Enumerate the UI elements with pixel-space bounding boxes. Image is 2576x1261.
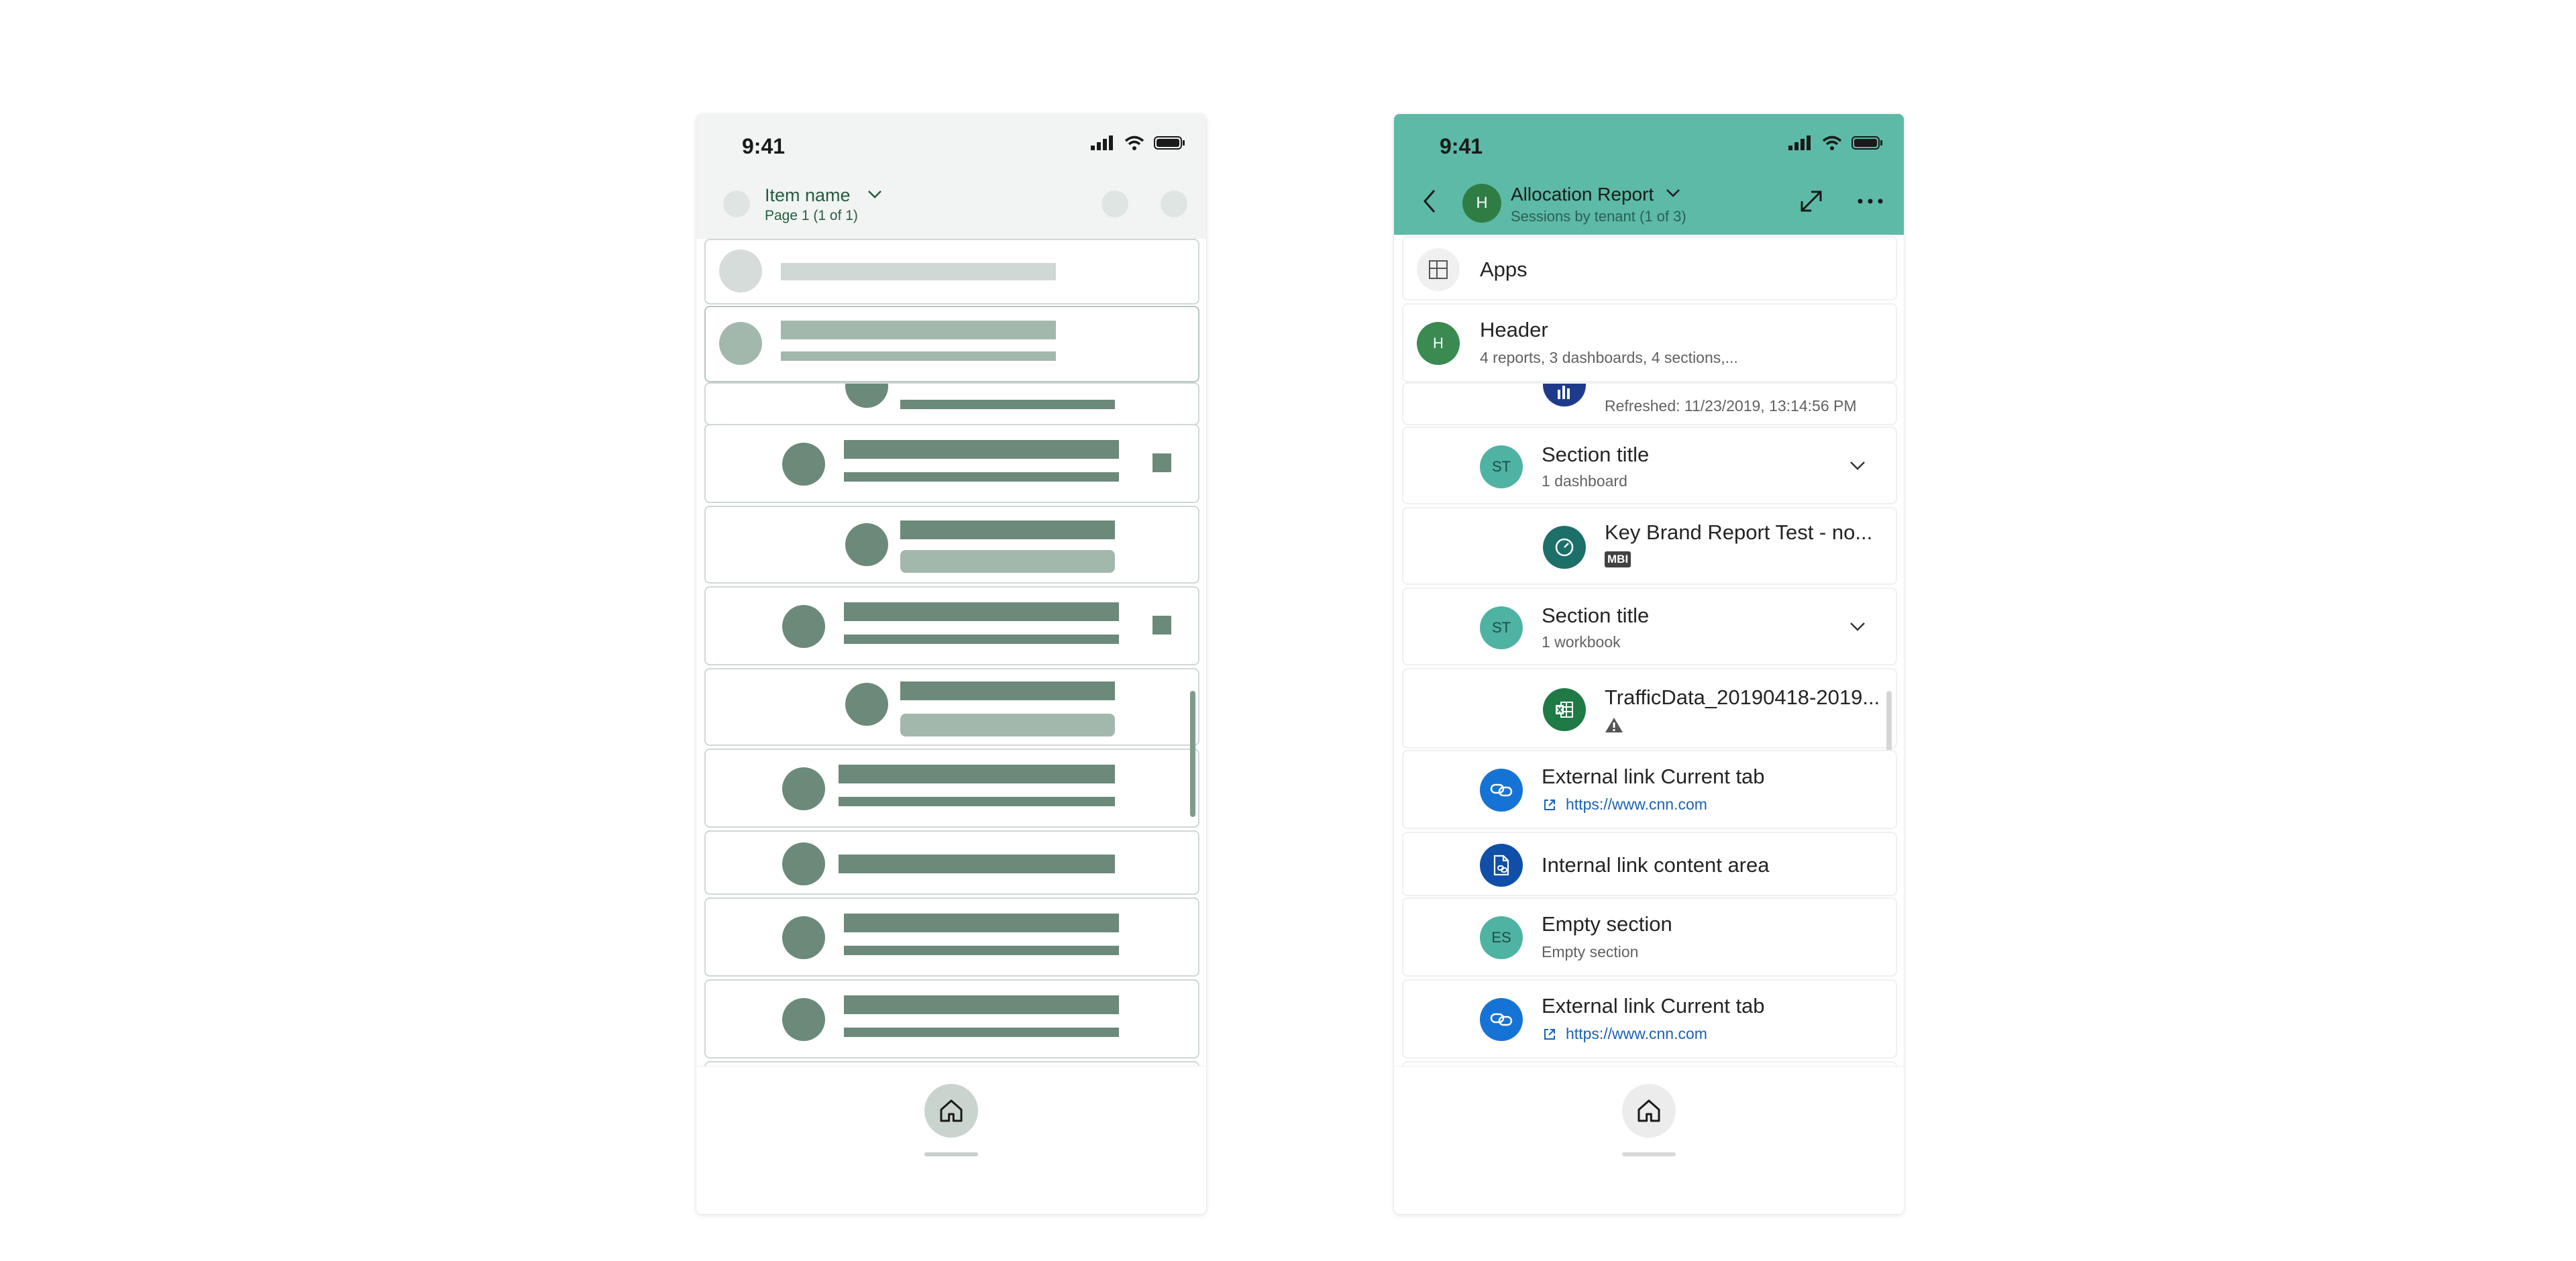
section-title: Section title <box>1542 443 1650 466</box>
home-button[interactable] <box>1622 1084 1676 1138</box>
header-subtitle: 4 reports, 3 dashboards, 4 sections,... <box>1480 349 1738 366</box>
skeleton-row <box>704 306 1199 382</box>
skeleton-row <box>704 668 1199 746</box>
section-subtitle: 1 workbook <box>1542 633 1621 651</box>
skeleton-row <box>704 979 1199 1058</box>
action-placeholder <box>1161 190 1187 217</box>
report-subtitle: Sessions by tenant (1 of 3) <box>1511 208 1686 225</box>
back-icon[interactable] <box>1421 188 1437 215</box>
chevron-down-icon[interactable] <box>867 189 883 200</box>
apps-label: Apps <box>1480 258 1527 281</box>
workbook-title: TrafficData_20190418-2019... <box>1605 686 1880 709</box>
scrollbar[interactable] <box>1190 691 1195 817</box>
section-title: Section title <box>1542 604 1650 627</box>
internal-link-icon <box>1480 844 1523 887</box>
chevron-down-icon[interactable] <box>1849 621 1866 633</box>
status-time: 9:41 <box>742 134 786 158</box>
section-row[interactable]: ST Section title 1 workbook <box>1402 588 1897 665</box>
skeleton-row <box>704 424 1199 503</box>
excel-icon <box>1543 688 1586 731</box>
open-external-icon <box>1544 800 1555 810</box>
bottom-nav <box>696 1066 1206 1174</box>
section-row[interactable]: ST Section title 1 dashboard <box>1402 427 1897 504</box>
section-subtitle: 1 dashboard <box>1542 472 1627 490</box>
dashboard-title: Key Brand Report Test - no... <box>1605 520 1873 544</box>
signal-icon <box>1788 135 1811 150</box>
dashboard-icon <box>1543 526 1586 569</box>
battery-icon <box>1154 136 1185 150</box>
home-button[interactable] <box>924 1084 978 1138</box>
report-title[interactable]: Allocation Report <box>1511 184 1654 205</box>
warning-icon <box>1605 718 1623 732</box>
chevron-down-icon[interactable] <box>1665 188 1681 199</box>
link-icon <box>1480 998 1523 1041</box>
battery-icon <box>1851 136 1882 150</box>
external-link-row[interactable]: External link Current tab https://www.cn… <box>1402 979 1897 1058</box>
report-header: 9:41 H Allocation Report Sessions by ten… <box>1394 114 1904 235</box>
empty-section-subtitle: Empty section <box>1542 943 1639 961</box>
header-avatar: H <box>1417 322 1460 365</box>
bottom-nav <box>1394 1066 1904 1174</box>
skeleton-row <box>704 830 1199 895</box>
skeleton-row <box>704 506 1199 584</box>
home-indicator <box>924 1152 978 1156</box>
report-phone: 9:41 H Allocation Report Sessions by ten… <box>1394 114 1904 1214</box>
chevron-down-icon[interactable] <box>1849 460 1866 472</box>
list-item[interactable]: Refreshed: 11/23/2019, 13:14:56 PM <box>1402 382 1897 425</box>
status-time: 9:41 <box>1440 134 1483 158</box>
empty-section-title: Empty section <box>1542 912 1672 936</box>
link-title: External link Current tab <box>1542 765 1765 788</box>
wifi-icon <box>1124 135 1144 150</box>
home-icon <box>1638 1099 1660 1122</box>
internal-link-title: Internal link content area <box>1542 853 1770 877</box>
header-row[interactable]: H Header 4 reports, 3 dashboards, 4 sect… <box>1402 303 1897 382</box>
wifi-icon <box>1822 135 1842 150</box>
status-icons <box>1788 135 1884 150</box>
refreshed-text: Refreshed: 11/23/2019, 13:14:56 PM <box>1605 397 1857 415</box>
skeleton-row <box>704 897 1199 977</box>
header-title[interactable]: Item name <box>765 185 851 206</box>
link-icon <box>1480 769 1523 812</box>
header-title: Header <box>1480 318 1548 341</box>
link-url[interactable]: https://www.cnn.com <box>1566 796 1707 814</box>
skeleton-row <box>704 586 1199 665</box>
external-link-row[interactable]: External link Current tab https://www.cn… <box>1402 750 1897 829</box>
apps-row[interactable]: Apps <box>1402 236 1897 300</box>
skeleton-phone: 9:41 Item name Page 1 (1 of 1) <box>696 114 1206 1214</box>
open-external-icon <box>1544 1029 1555 1040</box>
dashboard-row[interactable]: Key Brand Report Test - no... MBI <box>1402 507 1897 585</box>
section-avatar: ST <box>1480 606 1523 649</box>
workbook-row[interactable]: TrafficData_20190418-2019... <box>1402 668 1897 749</box>
empty-section-row[interactable]: ES Empty section Empty section <box>1402 897 1897 977</box>
skeleton-row <box>704 382 1199 425</box>
home-indicator <box>1622 1152 1676 1156</box>
apps-icon <box>1417 248 1460 291</box>
mbi-badge: MBI <box>1605 551 1631 567</box>
skeleton-row <box>704 239 1199 305</box>
skeleton-header: 9:41 Item name Page 1 (1 of 1) <box>696 114 1206 239</box>
status-icons <box>1091 135 1186 150</box>
report-icon <box>1543 384 1586 406</box>
signal-icon <box>1091 135 1113 150</box>
expand-icon[interactable] <box>1798 188 1825 215</box>
action-placeholder <box>1102 190 1128 217</box>
home-icon <box>940 1099 963 1122</box>
report-avatar: H <box>1462 184 1501 223</box>
avatar-placeholder <box>723 190 750 217</box>
link-url[interactable]: https://www.cnn.com <box>1566 1025 1707 1043</box>
section-avatar: ES <box>1480 916 1523 959</box>
section-avatar: ST <box>1480 445 1523 488</box>
header-subtitle: Page 1 (1 of 1) <box>765 208 858 223</box>
internal-link-row[interactable]: Internal link content area <box>1402 832 1897 896</box>
skeleton-row <box>704 749 1199 828</box>
more-icon[interactable] <box>1857 197 1884 205</box>
link-title: External link Current tab <box>1542 994 1765 1018</box>
